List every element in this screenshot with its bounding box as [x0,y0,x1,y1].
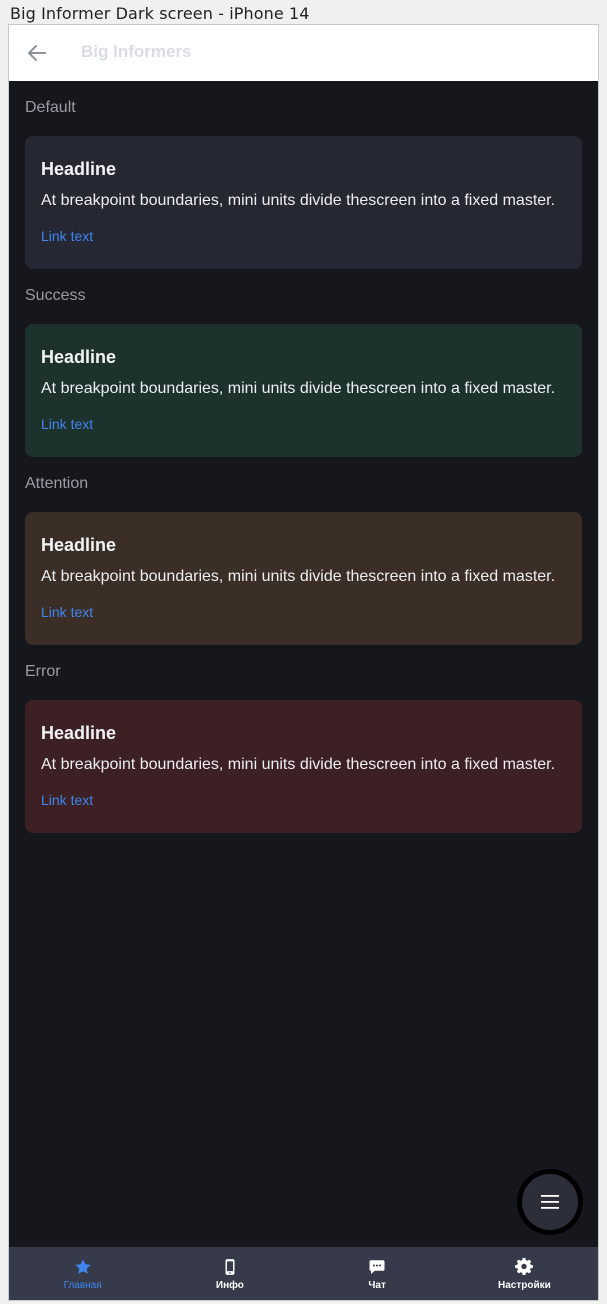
card-link[interactable]: Link text [41,604,93,620]
card-headline: Headline [41,347,117,367]
chat-icon [368,1258,386,1276]
nav-item-home[interactable]: Главная [9,1247,156,1300]
nav-label: Чат [368,1280,386,1291]
card-link[interactable]: Link text [41,792,93,808]
bottom-navigation: Главная Инфо Чат Настройки [9,1247,598,1300]
card-headline: Headline [41,159,117,179]
card-link[interactable]: Link text [41,228,93,244]
star-icon [74,1258,92,1276]
section-label-default: Default [25,99,76,116]
phone-icon [221,1258,239,1276]
nav-label: Инфо [215,1280,244,1291]
nav-item-info[interactable]: Инфо [156,1247,303,1300]
arrow-left-icon [28,45,46,61]
menu-icon [541,1195,559,1209]
card-body-text: At breakpoint boundaries, mini units div… [41,568,556,585]
informer-card-error: Headline At breakpoint boundaries, mini … [25,700,582,833]
back-button[interactable] [25,41,49,65]
page-title: Big Informers [81,42,192,61]
card-link[interactable]: Link text [41,416,93,432]
fab-surface [522,1174,578,1230]
section-label-attention: Attention [25,475,89,492]
informer-card-default: Headline At breakpoint boundaries, mini … [25,136,582,269]
card-body-text: At breakpoint boundaries, mini units div… [41,756,556,773]
nav-item-settings[interactable]: Настройки [451,1247,598,1300]
card-body-text: At breakpoint boundaries, mini units div… [41,192,556,209]
informer-card-success: Headline At breakpoint boundaries, mini … [25,324,582,457]
phone-screen: Big Informers Default Headline At breakp… [9,25,598,1300]
nav-label: Главная [63,1280,102,1291]
nav-label: Настройки [497,1280,551,1291]
nav-item-chat[interactable]: Чат [304,1247,451,1300]
top-app-bar: Big Informers [9,25,598,81]
card-headline: Headline [41,723,117,743]
informer-card-attention: Headline At breakpoint boundaries, mini … [25,512,582,645]
section-label-error: Error [25,663,61,680]
section-label-success: Success [25,287,86,304]
menu-fab-button[interactable] [517,1169,583,1235]
gear-icon [515,1258,534,1276]
frame-title: Big Informer Dark screen - iPhone 14 [10,4,310,23]
card-headline: Headline [41,535,117,555]
card-body-text: At breakpoint boundaries, mini units div… [41,380,556,397]
